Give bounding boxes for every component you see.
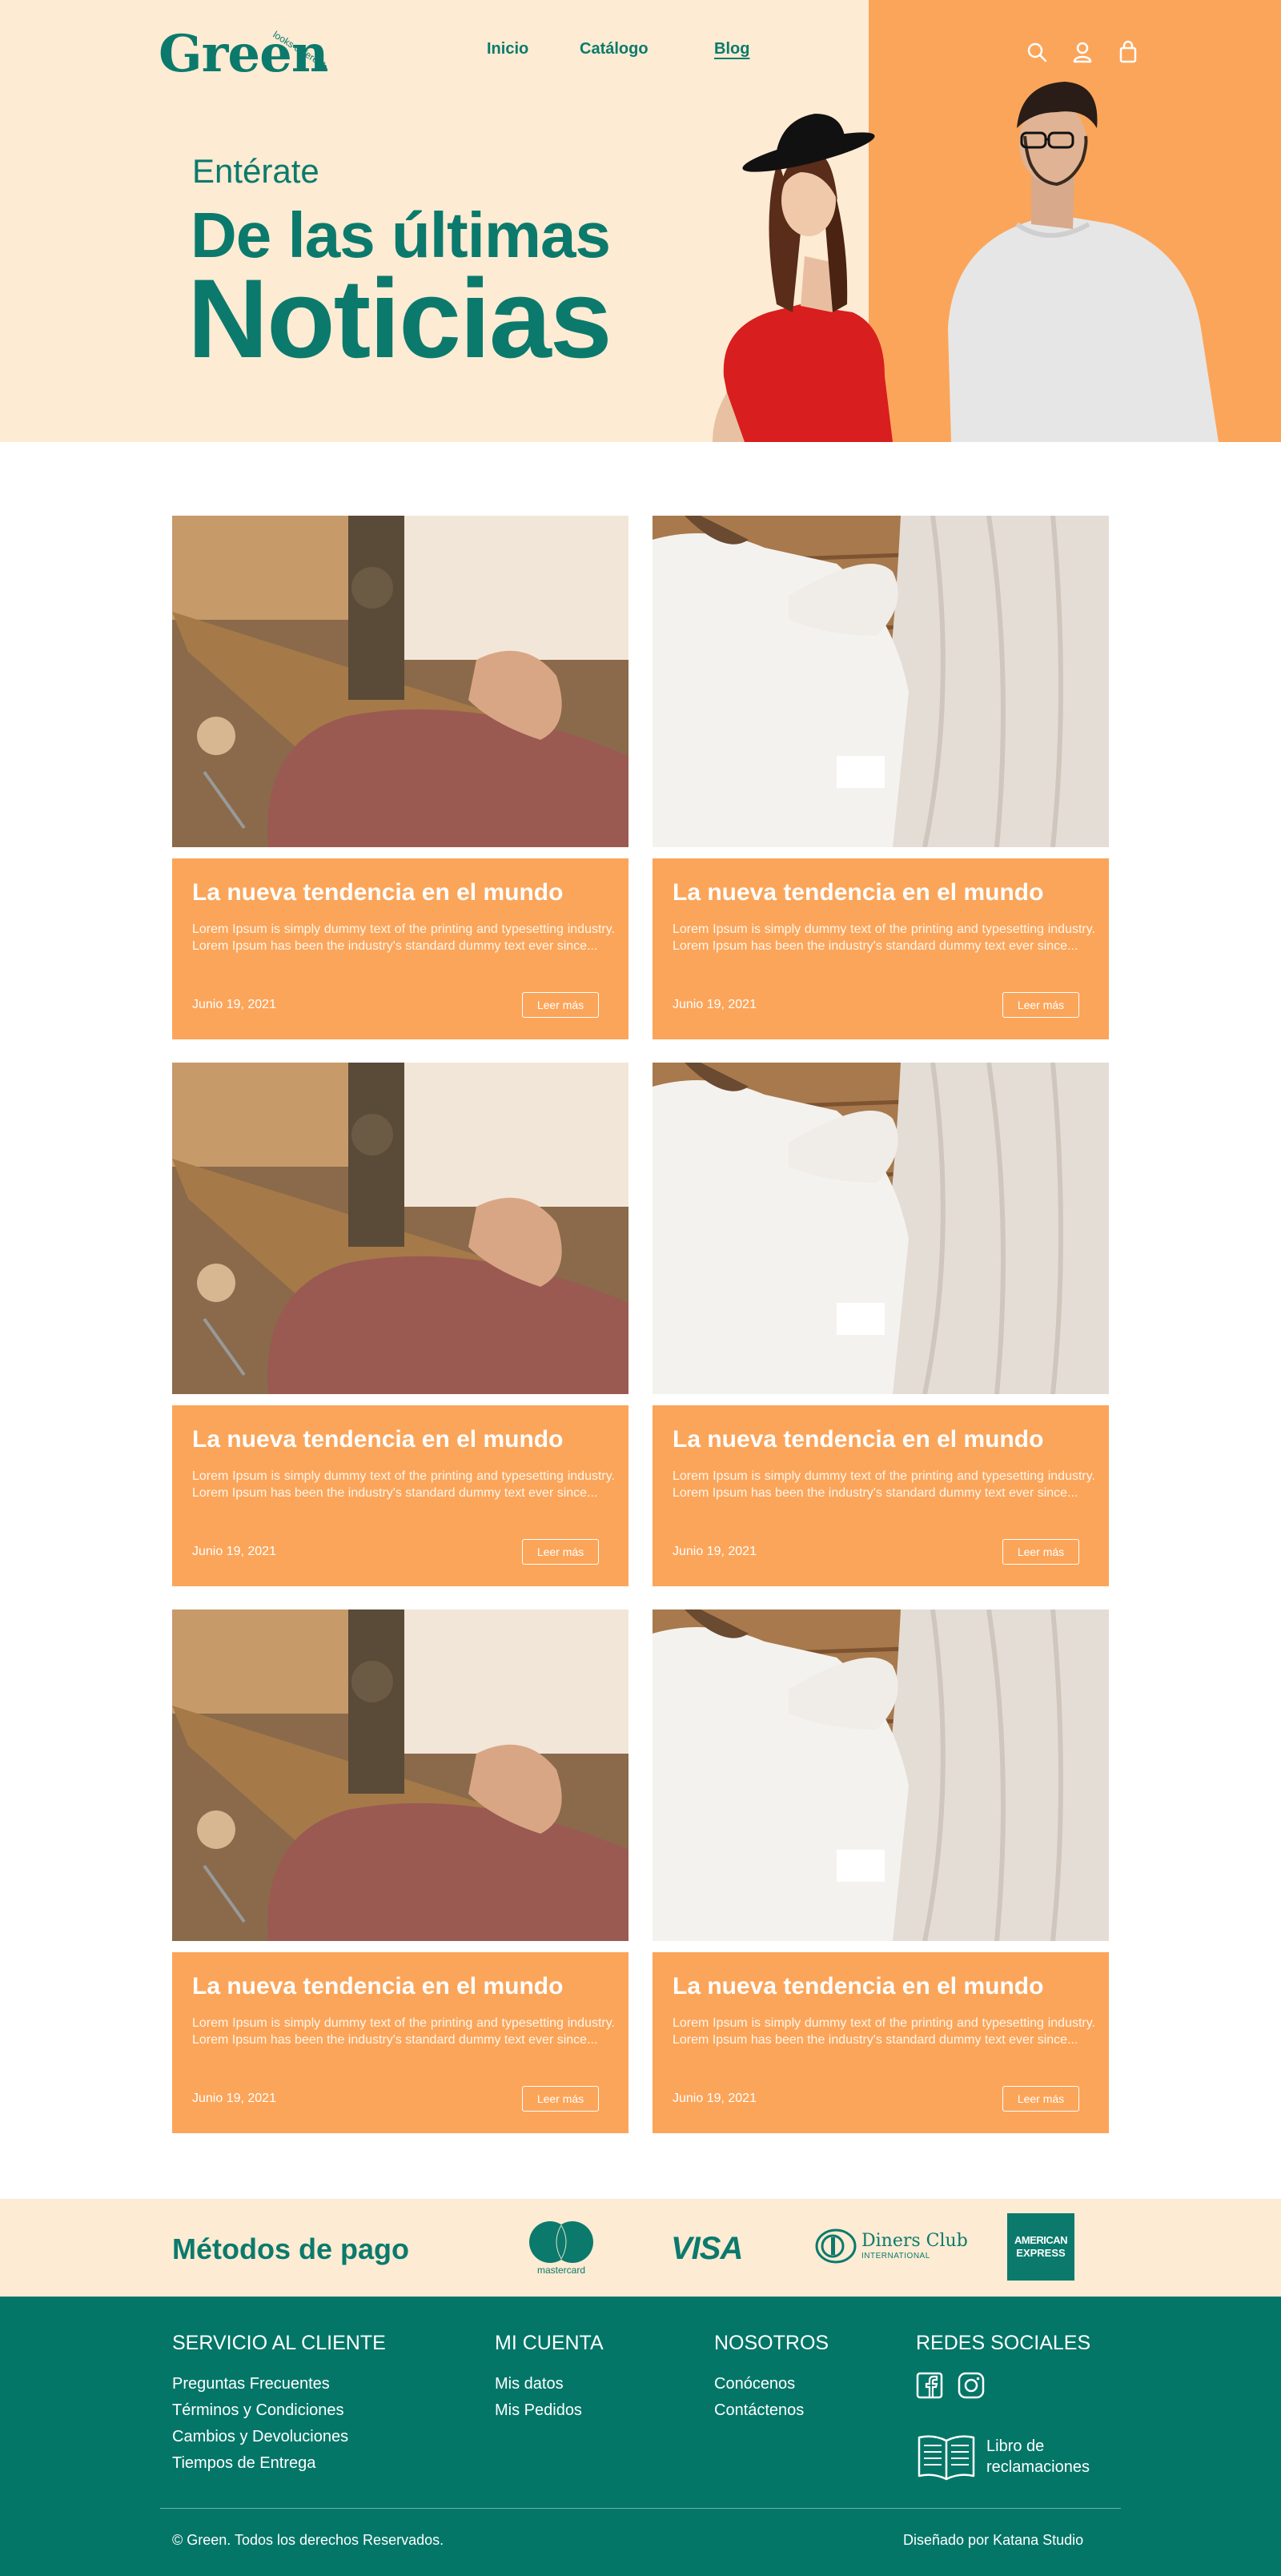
card-date: Junio 19, 2021 [192,998,276,1011]
card-title[interactable]: La nueva tendencia en el mundo [192,1426,563,1453]
card-title[interactable]: La nueva tendencia en el mundo [673,1426,1043,1453]
amex-label: AMERICAN [1014,2234,1068,2246]
diners-club-logo: Diners Club INTERNATIONAL [815,2228,968,2266]
card-image[interactable] [653,1063,1109,1394]
shopping-bag-icon[interactable] [1116,40,1140,64]
card-excerpt: Lorem Ipsum is simply dummy text of the … [192,1469,615,1500]
footer-col-nosotros: NOSOTROS Conócenos Contáctenos [714,2332,829,2424]
card-title[interactable]: La nueva tendencia en el mundo [192,1973,563,2000]
card-image[interactable] [172,516,628,847]
nav-item-catalogo[interactable]: Catálogo [580,40,649,58]
footer-link[interactable]: Términos y Condiciones [172,2397,386,2424]
libro-line2: reclamaciones [986,2458,1090,2476]
amex-logo: AMERICAN EXPRESS [1007,2213,1074,2281]
card-excerpt: Lorem Ipsum is simply dummy text of the … [192,922,615,953]
facebook-icon[interactable] [916,2372,943,2399]
hero-heading-line2: Noticias [187,255,612,381]
card-date: Junio 19, 2021 [673,998,757,1011]
header-actions [1025,40,1153,66]
read-more-button[interactable]: Leer más [1002,2086,1079,2112]
card-image[interactable] [653,1609,1109,1941]
footer-link[interactable]: Conócenos [714,2371,829,2397]
card-excerpt: Lorem Ipsum is simply dummy text of the … [192,2016,615,2047]
footer-divider [160,2508,1121,2509]
hero-couple-image [713,82,1219,442]
mastercard-label: mastercard [536,2265,586,2276]
card-date: Junio 19, 2021 [673,2092,757,2105]
footer-col-title: MI CUENTA [495,2332,604,2354]
copyright: © Green. Todos los derechos Reservados. [172,2532,444,2548]
card-excerpt: Lorem Ipsum is simply dummy text of the … [673,1469,1095,1500]
footer-link[interactable]: Tiempos de Entrega [172,2450,386,2477]
card-image[interactable] [172,1063,628,1394]
card-date: Junio 19, 2021 [192,1545,276,1558]
nav-item-inicio[interactable]: Inicio [487,40,528,58]
footer-col-title: REDES SOCIALES [916,2332,1091,2354]
read-more-button[interactable]: Leer más [522,1539,599,1565]
footer-link[interactable]: Preguntas Frecuentes [172,2371,386,2397]
card-title[interactable]: La nueva tendencia en el mundo [192,879,563,906]
payment-methods: Métodos de pago mastercard VISA Diners C… [0,2199,1281,2297]
logo-dot [320,64,327,70]
footer-col-title: NOSOTROS [714,2332,829,2354]
card-body: La nueva tendencia en el mundo Lorem Ips… [653,1405,1109,1586]
read-more-button[interactable]: Leer más [1002,992,1079,1018]
card-body: La nueva tendencia en el mundo Lorem Ips… [653,858,1109,1039]
read-more-button[interactable]: Leer más [522,992,599,1018]
card-title[interactable]: La nueva tendencia en el mundo [673,1973,1043,2000]
social-links [916,2372,988,2401]
hero-kicker: Entérate [192,152,319,190]
card-body: La nueva tendencia en el mundo Lorem Ips… [172,1952,628,2133]
designer-credit[interactable]: Diseñado por Katana Studio [903,2532,1083,2549]
read-more-button[interactable]: Leer más [1002,1539,1079,1565]
card-body: La nueva tendencia en el mundo Lorem Ips… [653,1952,1109,2133]
footer-link[interactable]: Contáctenos [714,2397,829,2424]
libro-reclamaciones-link[interactable]: Libro de reclamaciones [916,2433,1132,2481]
card-image[interactable] [653,516,1109,847]
nav-item-blog[interactable]: Blog [714,40,749,58]
footer-col-servicio: SERVICIO AL CLIENTE Preguntas Frecuentes… [172,2332,386,2477]
diners-sublabel: INTERNATIONAL [861,2252,930,2261]
book-icon [916,2433,977,2481]
footer: SERVICIO AL CLIENTE Preguntas Frecuentes… [0,2297,1281,2576]
amex-sublabel: EXPRESS [1016,2247,1066,2259]
card-image[interactable] [172,1609,628,1941]
user-icon[interactable] [1070,40,1094,64]
visa-logo: VISA [671,2231,743,2266]
card-excerpt: Lorem Ipsum is simply dummy text of the … [673,2016,1095,2047]
footer-col-mi-cuenta: MI CUENTA Mis datos Mis Pedidos [495,2332,604,2424]
footer-col-redes: REDES SOCIALES [916,2332,1090,2371]
libro-line1: Libro de [986,2437,1045,2455]
main-nav: Inicio Catálogo Blog [0,40,801,64]
card-date: Junio 19, 2021 [673,1545,757,1558]
diners-label: Diners Club [861,2231,968,2251]
payment-title: Métodos de pago [172,2232,409,2265]
libro-label: Libro de reclamaciones [986,2436,1090,2478]
footer-link[interactable]: Mis datos [495,2371,604,2397]
instagram-icon[interactable] [958,2372,985,2399]
card-date: Junio 19, 2021 [192,2092,276,2105]
card-body: La nueva tendencia en el mundo Lorem Ips… [172,1405,628,1586]
mastercard-logo: mastercard [524,2218,599,2279]
footer-link[interactable]: Mis Pedidos [495,2397,604,2424]
hero-section: Green looks different Inicio Catálogo Bl… [0,0,1281,442]
card-body: La nueva tendencia en el mundo Lorem Ips… [172,858,628,1039]
footer-link[interactable]: Cambios y Devoluciones [172,2424,386,2450]
search-icon[interactable] [1025,40,1049,64]
footer-col-title: SERVICIO AL CLIENTE [172,2332,386,2354]
card-excerpt: Lorem Ipsum is simply dummy text of the … [673,922,1095,953]
read-more-button[interactable]: Leer más [522,2086,599,2112]
card-title[interactable]: La nueva tendencia en el mundo [673,879,1043,906]
